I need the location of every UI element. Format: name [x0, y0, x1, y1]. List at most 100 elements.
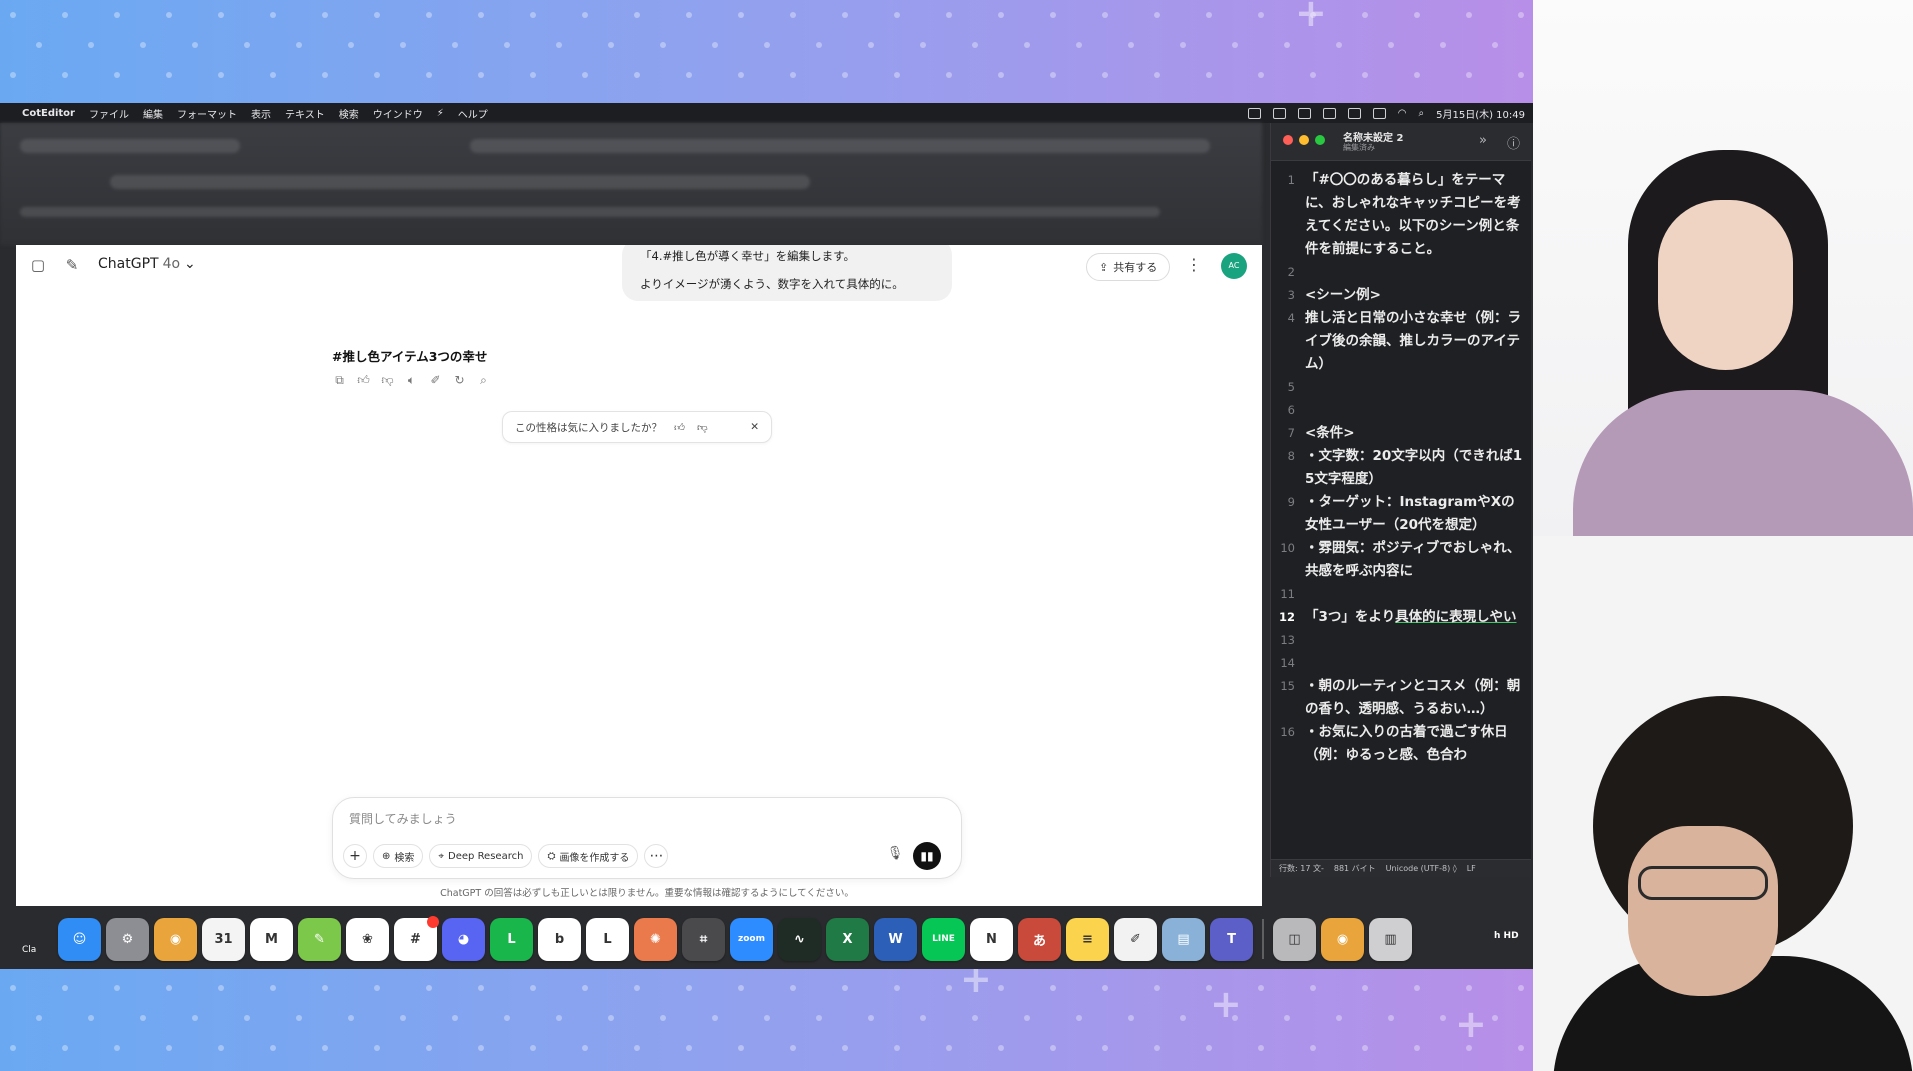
background-dot: [478, 1045, 484, 1051]
dock-app-trash-icon[interactable]: ▥: [1369, 917, 1412, 961]
regenerate-icon[interactable]: ↻: [452, 373, 467, 388]
menu-item-find[interactable]: 検索: [339, 106, 359, 121]
dock-app-preview-icon[interactable]: ▤: [1162, 917, 1205, 961]
create-image-label: 画像を作成する: [559, 852, 630, 864]
search-tool-button[interactable]: ⊕ 検索: [373, 844, 424, 868]
more-options-icon[interactable]: ⋮: [1186, 255, 1202, 274]
minimize-window-button[interactable]: [1299, 135, 1309, 145]
dock-app-chrome-small-icon[interactable]: ◉: [1321, 917, 1364, 961]
deep-research-button[interactable]: ⌖ Deep Research: [429, 844, 533, 868]
status-bytes: 881 バイト: [1333, 864, 1376, 873]
sidebar-toggle-icon[interactable]: ▢: [28, 255, 48, 275]
dock-app-notebook-icon[interactable]: L: [586, 917, 629, 961]
dock-app-chrome-icon[interactable]: ◉: [154, 917, 197, 961]
menu-app-name[interactable]: CotEditor: [22, 108, 75, 119]
close-window-button[interactable]: [1283, 135, 1293, 145]
prompt-input[interactable]: 質問してみましょう: [349, 810, 457, 827]
dock-app-line-works-icon[interactable]: L: [490, 917, 533, 961]
menu-item-help[interactable]: ヘルプ: [458, 106, 488, 121]
avatar[interactable]: AC: [1221, 253, 1247, 279]
share-button[interactable]: ⇪ 共有する: [1086, 253, 1171, 281]
microphone-icon[interactable]: 🎙︎: [885, 846, 905, 866]
dock-app-line-icon[interactable]: LINE: [922, 917, 965, 961]
background-dot: [1154, 985, 1160, 991]
menu-item-format[interactable]: フォーマット: [177, 106, 237, 121]
dock-app-excel-icon[interactable]: X: [826, 917, 869, 961]
dock-app-slack-icon[interactable]: #: [394, 915, 439, 961]
menu-item-file[interactable]: ファイル: [89, 106, 129, 121]
background-dot: [1284, 1015, 1290, 1021]
search-icon[interactable]: ⌕: [476, 373, 491, 388]
wifi-icon[interactable]: ◠: [1398, 108, 1407, 119]
voice-mode-button[interactable]: ▮▮: [913, 842, 941, 870]
spotlight-icon[interactable]: ⌕: [1419, 108, 1425, 119]
editor-line: 14: [1280, 656, 1295, 670]
menu-item-view[interactable]: 表示: [251, 106, 271, 121]
editor-line: 6: [1287, 403, 1295, 417]
create-image-button[interactable]: ⛭ 画像を作成する: [538, 844, 639, 868]
dock-app-scrapbox-icon[interactable]: ❀: [346, 917, 389, 961]
background-dot: [1050, 12, 1056, 18]
status-icon[interactable]: [1297, 107, 1311, 119]
dock-app-system-settings-icon[interactable]: ⚙: [106, 917, 149, 961]
dock-app-teams-icon[interactable]: T: [1210, 917, 1253, 961]
double-chevron-right-icon[interactable]: »: [1479, 133, 1487, 148]
menu-item-script-icon[interactable]: ⚡: [437, 108, 444, 119]
encoding-selector[interactable]: Unicode (UTF-8) ◊: [1386, 864, 1457, 873]
status-icon[interactable]: [1347, 107, 1361, 119]
background-dot: [270, 72, 276, 78]
status-icon[interactable]: [1322, 107, 1336, 119]
read-aloud-icon[interactable]: 🔈︎: [404, 373, 419, 388]
background-dot: [270, 12, 276, 18]
info-icon[interactable]: ⓘ: [1507, 133, 1520, 152]
background-dot: [166, 1045, 172, 1051]
dock-app-gmail-icon[interactable]: M: [250, 917, 293, 961]
menu-item-text[interactable]: テキスト: [285, 106, 325, 121]
dock-app-finder-icon[interactable]: ☺: [58, 917, 101, 961]
menu-item-window[interactable]: ウインドウ: [373, 106, 423, 121]
thumbs-up-icon[interactable]: 👍︎: [356, 373, 371, 388]
dock-app-kotoeri-icon[interactable]: あ: [1018, 917, 1061, 961]
model-selector[interactable]: ChatGPT 4o ⌄: [98, 256, 196, 272]
add-attachment-button[interactable]: +: [343, 844, 367, 868]
edit-canvas-icon[interactable]: ✐: [428, 373, 443, 388]
dock-app-notion-icon[interactable]: N: [970, 917, 1013, 961]
status-icon[interactable]: [1272, 107, 1286, 119]
dock-app-calendar-icon[interactable]: 31: [202, 917, 245, 961]
dock-app-pencil-app-icon[interactable]: ✎: [298, 917, 341, 961]
background-dot: [426, 1045, 432, 1051]
background-dot: [634, 1045, 640, 1051]
chatgpt-window: ▢ ✎ ChatGPT 4o ⌄ ⇪ 共有する ⋮ AC 「4.#推し色が導く幸…: [16, 245, 1262, 906]
background-dot: [894, 72, 900, 78]
line-ending-selector[interactable]: LF: [1467, 864, 1476, 873]
dock-app-bing-icon[interactable]: b: [538, 917, 581, 961]
menu-item-edit[interactable]: 編集: [143, 106, 163, 121]
dock-app-discord-icon[interactable]: ◕: [442, 917, 485, 961]
background-dot: [946, 985, 952, 991]
prompt-composer[interactable]: 質問してみましょう + ⊕ 検索 ⌖ Deep Research ⛭ 画像を作成…: [332, 797, 962, 879]
dock-app-disk-icon[interactable]: ◫: [1273, 917, 1316, 961]
menu-clock[interactable]: 5月15日(木) 10:49: [1436, 106, 1525, 121]
close-icon[interactable]: ✕: [750, 421, 759, 433]
battery-icon[interactable]: [1372, 107, 1386, 119]
dock-app-zoom-icon[interactable]: zoom: [730, 917, 773, 961]
more-tools-button[interactable]: ⋯: [644, 844, 669, 868]
status-icon[interactable]: [1247, 107, 1261, 119]
dock-app-activity-monitor-icon[interactable]: ∿: [778, 917, 821, 961]
editor-text-area[interactable]: 1 「#〇〇のある暮らし」をテーマに、おしゃれなキャッチコピーを考えてください。以…: [1271, 169, 1531, 767]
dock-app-textedit-icon[interactable]: ✐: [1114, 917, 1157, 961]
new-chat-icon[interactable]: ✎: [62, 255, 82, 275]
presenter-video-top: [1533, 0, 1913, 536]
thumbs-up-icon[interactable]: 👍︎: [674, 421, 685, 434]
dock-app-calculator-icon[interactable]: ⌗: [682, 917, 725, 961]
thumbs-down-icon[interactable]: 👎︎: [697, 421, 708, 434]
zoom-window-button[interactable]: [1315, 135, 1325, 145]
dock-app-word-icon[interactable]: W: [874, 917, 917, 961]
background-dot: [1310, 72, 1316, 78]
dock-app-claude-icon[interactable]: ✺: [634, 917, 677, 961]
background-dot: [1518, 72, 1524, 78]
background-dot: [920, 42, 926, 48]
thumbs-down-icon[interactable]: 👎︎: [380, 373, 395, 388]
copy-icon[interactable]: ⧉: [332, 373, 347, 388]
dock-app-notes-icon[interactable]: ≡: [1066, 917, 1109, 961]
